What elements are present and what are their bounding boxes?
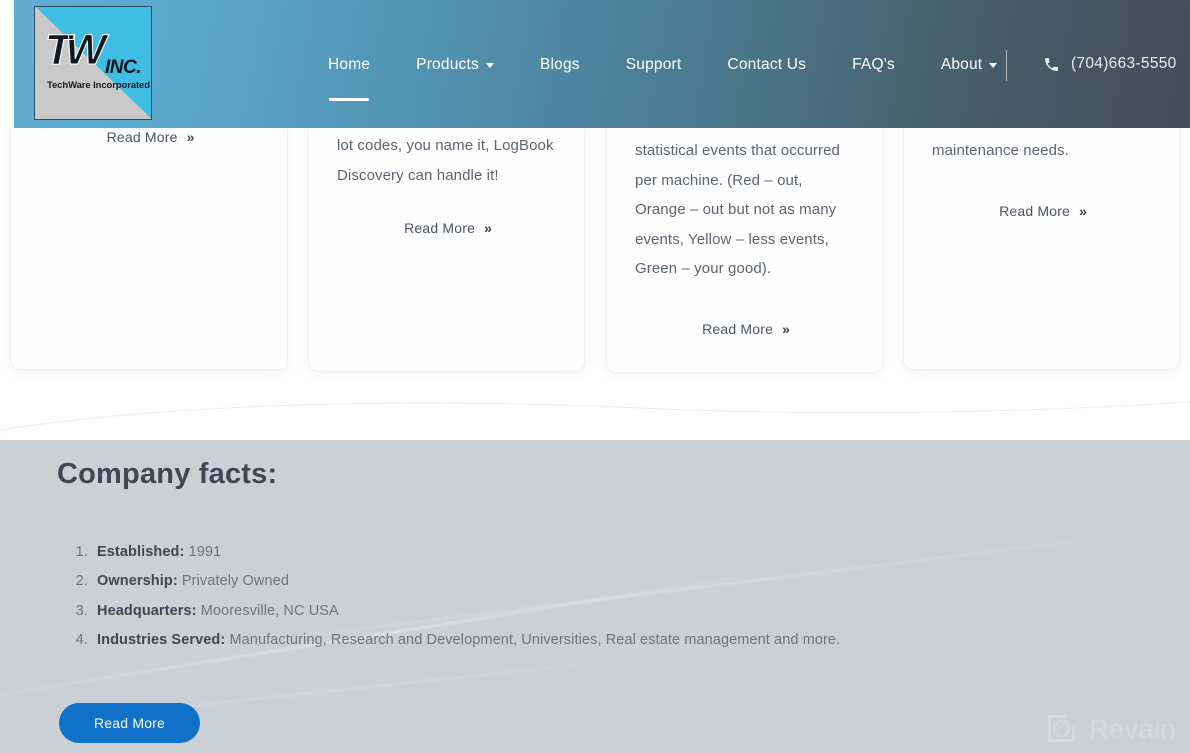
nav-label: Products — [416, 56, 479, 73]
nav-item-support[interactable]: Support — [603, 0, 705, 128]
nav-item-home[interactable]: Home — [305, 0, 393, 128]
company-fact-label: Established: — [97, 544, 185, 560]
double-chevron-right-icon: » — [186, 129, 195, 145]
nav-label: Support — [625, 56, 682, 73]
nav-label: Contact Us — [727, 56, 807, 73]
company-fact-value: Manufacturing, Research and Development,… — [229, 631, 841, 648]
logo-monogram: TW — [45, 26, 107, 74]
logo-inc-text: INC. — [105, 57, 142, 78]
company-fact-item: Headquarters: Mooresville, NC USA — [92, 597, 840, 626]
company-fact-item: Established: 1991 — [92, 538, 840, 567]
company-fact-value: 1991 — [188, 544, 222, 560]
site-header: TW INC. TechWare Incorporated Home Produ… — [0, 0, 1190, 128]
card-read-more-link[interactable]: Read More » — [635, 321, 854, 337]
company-fact-label: Headquarters: — [97, 602, 197, 619]
nav-item-products[interactable]: Products — [393, 0, 517, 128]
main-navigation: Home Products Blogs Support Contact Us F… — [305, 0, 1020, 128]
phone-icon — [1045, 57, 1059, 71]
card-read-more-label: Read More — [404, 220, 476, 236]
nav-item-about[interactable]: About — [918, 0, 1021, 128]
nav-label: About — [940, 56, 983, 73]
card-read-more-link[interactable]: Read More » — [39, 129, 259, 145]
card-read-more-label: Read More — [999, 202, 1071, 219]
card-read-more-link[interactable]: Read More » — [337, 220, 556, 236]
header-divider — [1006, 50, 1007, 81]
company-facts-read-more-button[interactable]: Read More — [59, 703, 200, 743]
nav-item-faqs[interactable]: FAQ's — [829, 0, 918, 128]
double-chevron-right-icon: » — [782, 320, 790, 337]
company-fact-label: Industries Served: — [97, 631, 226, 648]
logo-subtitle: TechWare Incorporated — [47, 80, 150, 91]
chevron-down-icon — [485, 63, 494, 68]
chevron-down-icon — [989, 63, 998, 68]
double-chevron-right-icon: » — [1079, 202, 1087, 219]
nav-label: Blogs — [539, 56, 580, 73]
company-fact-label: Ownership: — [97, 573, 178, 590]
double-chevron-right-icon: » — [484, 220, 492, 236]
company-fact-value: Mooresville, NC USA — [200, 602, 339, 619]
card-read-more-link[interactable]: Read More » — [932, 203, 1151, 219]
card-read-more-label: Read More — [106, 129, 178, 145]
company-fact-value: Privately Owned — [181, 573, 289, 590]
company-facts-list: Established: 1991 Ownership: Privately O… — [92, 538, 840, 655]
nav-label: Home — [328, 56, 371, 73]
page-root: Read More » lot codes, you name it, LogB… — [0, 0, 1190, 753]
nav-item-blogs[interactable]: Blogs — [517, 0, 603, 128]
nav-item-contact-us[interactable]: Contact Us — [704, 0, 829, 128]
company-fact-item: Ownership: Privately Owned — [92, 567, 840, 596]
company-facts-title: Company facts: — [57, 458, 278, 490]
card-read-more-label: Read More — [702, 320, 774, 337]
company-fact-item: Industries Served: Manufacturing, Resear… — [92, 626, 840, 655]
header-phone-link[interactable]: (704)663-5550 — [1043, 0, 1177, 128]
techware-logo[interactable]: TW INC. TechWare Incorporated — [34, 6, 152, 120]
nav-label: FAQ's — [852, 56, 895, 73]
header-phone-number: (704)663-5550 — [1071, 55, 1177, 72]
